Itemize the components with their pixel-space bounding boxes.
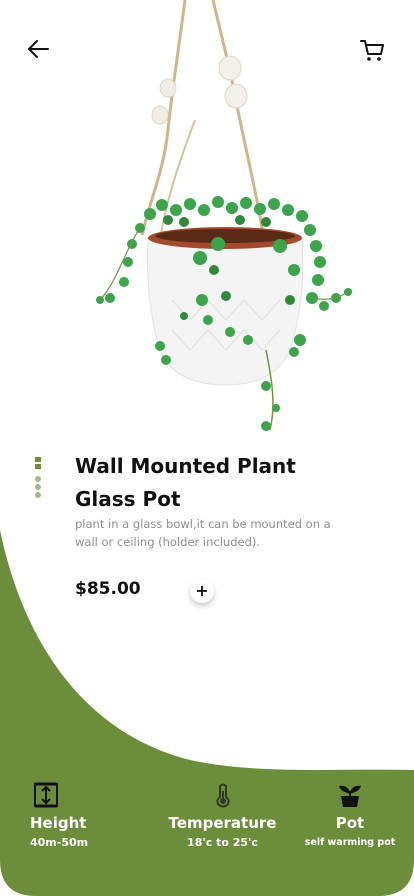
product-title-line: Wall Mounted Plant [75, 454, 296, 478]
product-price: $85.00 [75, 579, 141, 599]
cart-button[interactable] [356, 34, 388, 66]
add-to-cart-button[interactable]: + [190, 579, 214, 603]
product-description: plant in a glass bowl,it can be mounted … [75, 517, 331, 549]
pager-dot-active[interactable] [35, 457, 41, 469]
pager-dot[interactable] [35, 492, 41, 498]
feature-label: Pot [335, 814, 365, 832]
image-pager [35, 457, 43, 499]
feature-height: Height 40m-50m [30, 780, 110, 850]
thermometer-icon [215, 783, 230, 808]
product-title: Wall Mounted Plant Glass Pot [75, 450, 395, 516]
height-icon [34, 782, 58, 808]
feature-temperature: Temperature 18'c to 25'c [160, 780, 285, 850]
feature-pot: Pot self warming pot [300, 780, 400, 850]
feature-value: 40m-50m [30, 836, 89, 849]
arrow-left-icon [28, 40, 49, 58]
top-bar [0, 0, 414, 100]
feature-label: Temperature [168, 814, 277, 832]
cart-icon [360, 40, 384, 61]
plus-icon: + [195, 581, 209, 600]
plant-pot-icon [339, 785, 361, 807]
feature-value: self warming pot [304, 837, 396, 848]
feature-label: Height [30, 814, 87, 832]
product-title-line: Glass Pot [75, 487, 181, 511]
back-button[interactable] [24, 34, 54, 64]
feature-value: 18'c to 25'c [187, 836, 258, 849]
pager-dot[interactable] [35, 476, 41, 482]
pager-dot[interactable] [35, 484, 41, 490]
